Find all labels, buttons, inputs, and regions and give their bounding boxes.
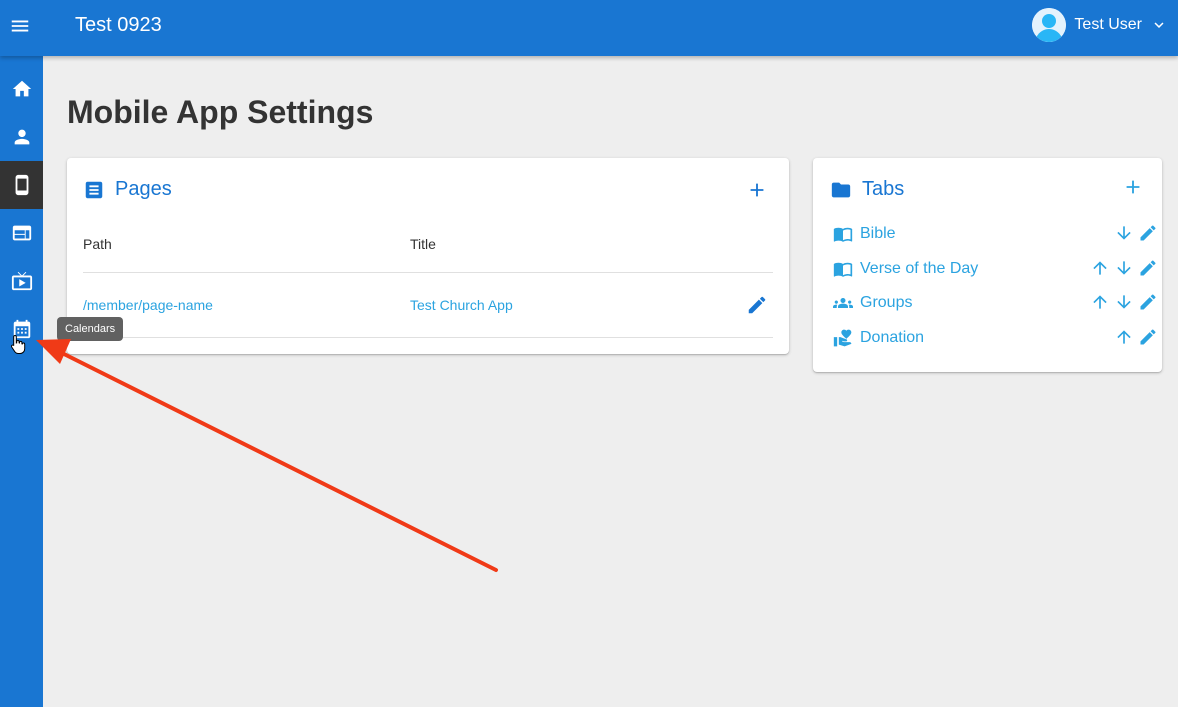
- live-tv-icon: [11, 271, 32, 291]
- column-header-title: Title: [410, 236, 436, 252]
- chevron-down-icon: [1154, 22, 1164, 28]
- tabs-card: Tabs Bible Verse of the Day Groups Donat…: [813, 158, 1162, 372]
- edit-icon: [1140, 225, 1156, 241]
- move-up-button[interactable]: [1089, 257, 1111, 279]
- table-divider: [83, 272, 773, 273]
- move-down-button[interactable]: [1113, 291, 1135, 313]
- tab-label[interactable]: Groups: [860, 294, 912, 312]
- arrow-up-icon: [1093, 295, 1107, 309]
- tab-label[interactable]: Verse of the Day: [860, 260, 978, 278]
- move-up-button[interactable]: [1089, 291, 1111, 313]
- sidebar-item-mobile-app[interactable]: [0, 161, 43, 209]
- page-title: Mobile App Settings: [67, 94, 374, 130]
- column-header-path: Path: [83, 236, 112, 252]
- pages-card-header: Pages: [83, 178, 172, 201]
- page-title-link[interactable]: Test Church App: [410, 297, 513, 313]
- plus-icon: [750, 183, 764, 197]
- web-icon: [12, 225, 31, 241]
- tabs-card-header: Tabs: [830, 178, 904, 201]
- app-title: Test 0923: [75, 14, 162, 36]
- top-app-bar: Test 0923 Test User: [0, 0, 1178, 56]
- edit-page-button[interactable]: [745, 293, 769, 317]
- calendars-tooltip: Calendars: [57, 317, 124, 341]
- edit-icon: [748, 296, 766, 314]
- move-down-button[interactable]: [1113, 257, 1135, 279]
- arrow-up-icon: [1093, 261, 1107, 275]
- edit-tab-button[interactable]: [1137, 257, 1159, 279]
- pages-card-title: Pages: [115, 178, 172, 200]
- sidebar-item-website[interactable]: [0, 209, 43, 257]
- table-divider: [83, 337, 773, 338]
- menu-book-icon: [830, 258, 856, 280]
- tab-label[interactable]: Bible: [860, 225, 896, 243]
- sidebar: [0, 56, 43, 707]
- tab-item-groups: Groups: [830, 291, 1156, 315]
- edit-tab-button[interactable]: [1137, 222, 1159, 244]
- folder-icon: [831, 182, 851, 197]
- page-path-link[interactable]: /member/page-name: [83, 297, 213, 313]
- account-circle-icon: [1032, 8, 1067, 42]
- add-tab-button[interactable]: [1120, 174, 1146, 200]
- arrow-down-icon: [1117, 261, 1131, 275]
- edit-icon: [1140, 329, 1156, 345]
- edit-tab-button[interactable]: [1137, 326, 1159, 348]
- sidebar-item-streaming[interactable]: [0, 257, 43, 305]
- tab-item-bible: Bible: [830, 222, 1156, 246]
- description-icon: [85, 181, 103, 198]
- tab-item-verse-of-the-day: Verse of the Day: [830, 257, 1156, 281]
- tab-item-donation: Donation: [830, 326, 1156, 350]
- tabs-card-title: Tabs: [862, 178, 905, 200]
- edit-tab-button[interactable]: [1137, 291, 1159, 313]
- arrow-down-icon: [1117, 295, 1131, 309]
- menu-book-icon: [830, 223, 856, 245]
- edit-icon: [1140, 294, 1156, 310]
- move-down-button[interactable]: [1113, 222, 1135, 244]
- person-icon: [14, 129, 29, 145]
- edit-icon: [1140, 260, 1156, 276]
- user-name: Test User: [1074, 16, 1142, 33]
- home-icon: [12, 80, 31, 97]
- sidebar-item-people[interactable]: [0, 113, 43, 161]
- menu-button[interactable]: [8, 14, 32, 38]
- user-menu[interactable]: Test User: [1032, 8, 1168, 42]
- hand-cursor-icon: [10, 334, 26, 354]
- arrow-down-icon: [1117, 226, 1131, 240]
- tab-label[interactable]: Donation: [860, 329, 924, 347]
- move-up-button[interactable]: [1113, 326, 1135, 348]
- smartphone-icon: [15, 174, 28, 196]
- arrow-up-icon: [1117, 330, 1131, 344]
- menu-icon: [11, 20, 29, 32]
- plus-icon: [1126, 180, 1140, 194]
- add-page-button[interactable]: [744, 177, 770, 203]
- pages-card: Pages Path Title /member/page-name Test …: [67, 158, 789, 354]
- groups-icon: [830, 292, 856, 314]
- volunteer-activism-icon: [830, 327, 856, 349]
- sidebar-item-home[interactable]: [0, 65, 43, 113]
